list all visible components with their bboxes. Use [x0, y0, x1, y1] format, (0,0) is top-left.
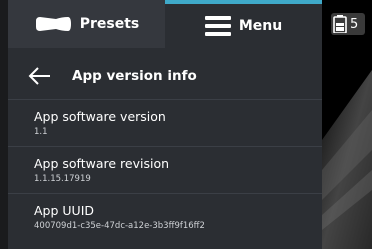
- ultrasound-scan-image: [322, 70, 372, 249]
- ultrasound-image-area[interactable]: [322, 0, 372, 249]
- info-item-label: App UUID: [34, 203, 95, 218]
- info-item-value: 1.1: [34, 127, 48, 137]
- settings-panel: Presets Menu App version info App softwa…: [8, 0, 322, 249]
- panel-left-edge: [0, 0, 8, 249]
- top-tab-bar: Presets Menu: [8, 0, 322, 48]
- battery-icon: [333, 15, 347, 33]
- hamburger-icon: [204, 16, 231, 36]
- info-item-value: 400709d1-c35e-47dc-a12e-3b3ff9f16ff2: [34, 221, 205, 231]
- info-item-value: 1.1.15.17919: [34, 174, 91, 184]
- battery-level: 5: [350, 16, 359, 32]
- battery-indicator: 5: [331, 13, 365, 35]
- back-arrow-icon[interactable]: [28, 66, 52, 86]
- info-item-label: App software revision: [34, 156, 170, 171]
- info-item-label: App software version: [34, 109, 166, 124]
- info-item-software-version: App software version 1.1: [8, 99, 322, 145]
- tab-presets[interactable]: Presets: [8, 0, 165, 48]
- info-item-software-revision: App software revision 1.1.15.17919: [8, 146, 322, 192]
- tab-menu-label: Menu: [238, 18, 283, 34]
- page-header: App version info: [8, 53, 322, 99]
- page-title: App version info: [72, 68, 197, 84]
- probe-icon: [35, 17, 71, 31]
- info-item-app-uuid: App UUID 400709d1-c35e-47dc-a12e-3b3ff9f…: [8, 193, 322, 239]
- tab-menu[interactable]: Menu: [165, 0, 322, 48]
- tab-presets-label: Presets: [79, 16, 140, 32]
- app-screen: 5 Presets Menu App version info App soft…: [0, 0, 372, 249]
